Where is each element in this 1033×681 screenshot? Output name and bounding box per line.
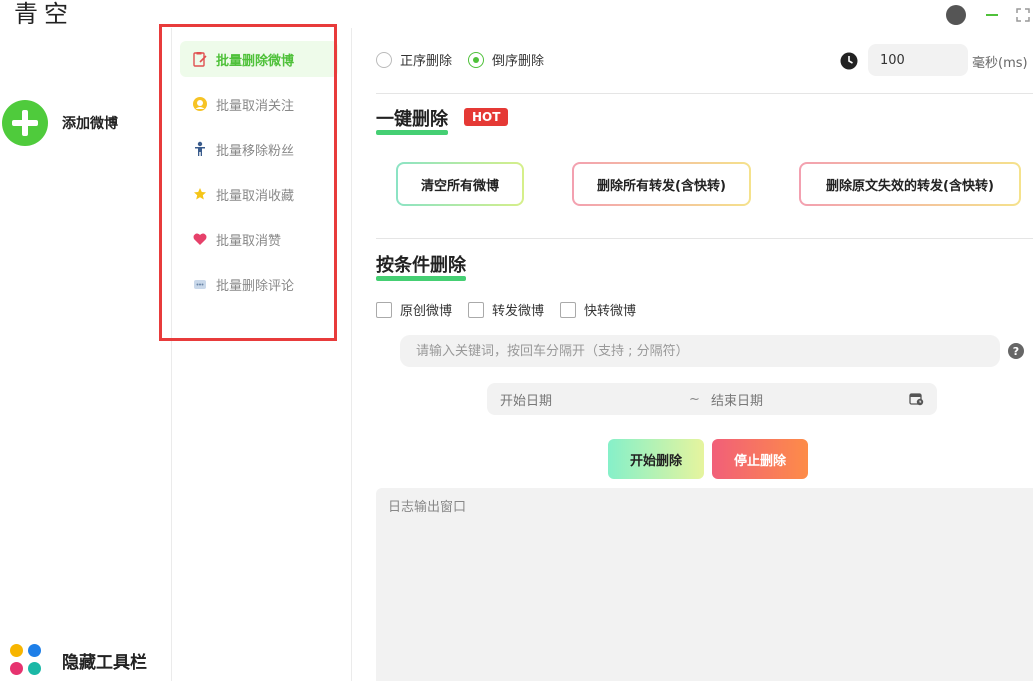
clipboard-edit-icon — [192, 51, 208, 67]
date-range-picker[interactable]: 开始日期 ~ 结束日期 — [487, 383, 937, 415]
interval-unit: 毫秒(ms) — [972, 56, 1028, 71]
delete-invalid-reposts-button[interactable]: 删除原文失效的转发(含快转) — [799, 162, 1021, 206]
app-title: 青空 — [14, 0, 74, 28]
checkbox-unchecked-icon — [376, 301, 392, 318]
clock-icon — [840, 52, 858, 74]
user-circle-icon — [192, 96, 208, 112]
delete-all-reposts-button[interactable]: 删除所有转发(含快转) — [572, 162, 751, 206]
menu-item-unfollow[interactable]: 批量取消关注 — [180, 86, 338, 122]
repost-weibo-label: 转发微博 — [492, 304, 545, 319]
clear-all-weibo-label: 清空所有微博 — [398, 164, 522, 204]
original-weibo-label: 原创微博 — [400, 304, 453, 319]
menu-item-label: 批量取消关注 — [216, 98, 295, 114]
title-underline — [376, 130, 448, 135]
conditional-title-text: 按条件删除 — [376, 255, 466, 276]
quick-repost-checkbox[interactable]: 快转微博 — [560, 300, 636, 319]
person-icon — [192, 141, 208, 157]
quick-repost-label: 快转微博 — [584, 304, 637, 319]
hide-toolbar-button[interactable]: 隐藏工具栏 — [10, 644, 147, 676]
menu-item-label: 批量取消收藏 — [216, 188, 295, 204]
add-weibo-label: 添加微博 — [62, 116, 118, 132]
function-menu: 批量删除微博 批量取消关注 批量移除粉丝 批量取消收藏 批量取消赞 批量删除评论 — [172, 28, 352, 681]
hide-toolbar-label: 隐藏工具栏 — [62, 652, 147, 673]
delete-order-group: 正序删除 倒序删除 — [376, 50, 560, 69]
weibo-type-filters: 原创微博 转发微博 快转微博 — [376, 300, 652, 319]
dark-mode-toggle-icon[interactable] — [945, 4, 967, 26]
one-click-title-text: 一键删除 — [376, 109, 448, 130]
checkbox-unchecked-icon — [468, 301, 485, 318]
help-icon[interactable]: ? — [1008, 343, 1024, 359]
heart-icon — [192, 231, 208, 247]
menu-item-unlike[interactable]: 批量取消赞 — [180, 221, 338, 257]
menu-item-delete-comments[interactable]: 批量删除评论 — [180, 266, 338, 302]
menu-item-label: 批量删除评论 — [216, 278, 295, 294]
app-grid-icon — [10, 644, 42, 676]
dot — [10, 644, 23, 657]
conditional-section-title: 按条件删除 — [376, 251, 466, 281]
dot — [10, 662, 23, 675]
menu-item-label: 批量删除微博 — [216, 53, 295, 69]
reverse-order-radio[interactable]: 倒序删除 — [468, 50, 544, 69]
clear-all-weibo-button[interactable]: 清空所有微博 — [396, 162, 524, 206]
menu-item-label: 批量取消赞 — [216, 233, 282, 249]
checkbox-unchecked-icon — [560, 301, 577, 318]
comment-icon — [192, 276, 208, 292]
left-sidebar: 添加微博 隐藏工具栏 — [0, 28, 172, 681]
date-separator: ~ — [689, 391, 700, 407]
interval-input[interactable] — [868, 44, 968, 76]
star-icon — [192, 186, 208, 202]
repost-weibo-checkbox[interactable]: 转发微博 — [468, 300, 544, 319]
add-weibo-button[interactable]: 添加微博 — [2, 100, 118, 146]
minimize-icon[interactable] — [981, 4, 1003, 26]
menu-item-remove-fans[interactable]: 批量移除粉丝 — [180, 131, 338, 167]
stop-delete-button[interactable]: 停止删除 — [712, 439, 808, 479]
radio-checked-icon — [468, 51, 485, 68]
forward-order-label: 正序删除 — [400, 54, 453, 69]
main-panel: 正序删除 倒序删除 毫秒(ms) 一键删除 HOT 清空所有微博 删除所有转发(… — [352, 28, 1033, 681]
menu-item-unfavorite[interactable]: 批量取消收藏 — [180, 176, 338, 212]
plus-icon — [2, 100, 48, 146]
delete-invalid-reposts-label: 删除原文失效的转发(含快转) — [801, 164, 1019, 204]
calendar-icon[interactable] — [909, 392, 924, 410]
keyword-input[interactable] — [400, 335, 1000, 367]
menu-item-delete-weibo[interactable]: 批量删除微博 — [180, 41, 338, 77]
title-bar: 青空 — [0, 0, 1033, 28]
start-date-field[interactable]: 开始日期 — [500, 390, 552, 409]
title-underline — [376, 276, 466, 281]
one-click-section-title: 一键删除 — [376, 105, 448, 135]
dot — [28, 644, 41, 657]
radio-unchecked-icon — [376, 51, 392, 68]
hot-badge: HOT — [464, 108, 509, 126]
divider — [376, 238, 1033, 239]
dot — [28, 662, 41, 675]
delete-all-reposts-label: 删除所有转发(含快转) — [574, 164, 749, 204]
log-output[interactable] — [376, 488, 1033, 681]
menu-item-label: 批量移除粉丝 — [216, 143, 295, 159]
forward-order-radio[interactable]: 正序删除 — [376, 50, 452, 69]
original-weibo-checkbox[interactable]: 原创微博 — [376, 300, 452, 319]
start-delete-button[interactable]: 开始删除 — [608, 439, 704, 479]
reverse-order-label: 倒序删除 — [492, 54, 545, 69]
divider — [376, 93, 1033, 94]
fullscreen-icon[interactable] — [1012, 4, 1033, 26]
end-date-field[interactable]: 结束日期 — [711, 390, 763, 409]
app-window: 青空 添加微博 隐藏工具栏 批量删除微博 批量取消关注 批量移除粉丝 批量取消收… — [0, 0, 1033, 681]
